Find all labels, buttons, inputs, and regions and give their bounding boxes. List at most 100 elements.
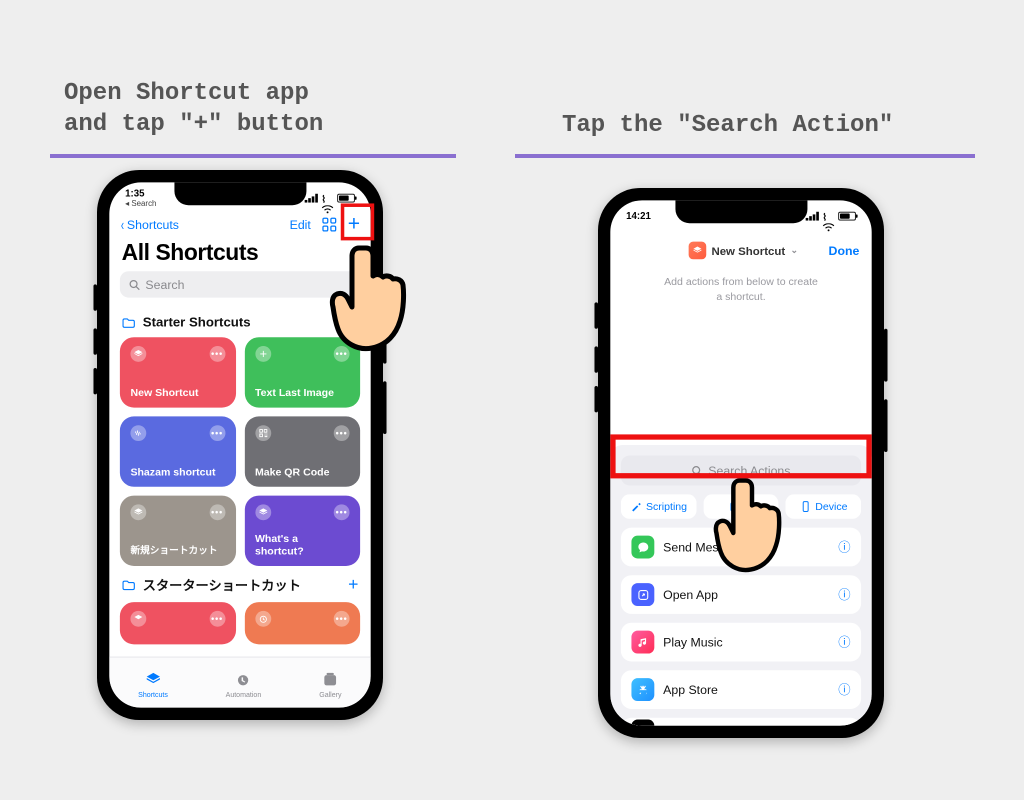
phone-icon (799, 500, 811, 512)
more-icon[interactable]: ••• (209, 425, 225, 441)
more-icon[interactable]: ••• (334, 504, 350, 520)
search-input[interactable]: Search (120, 271, 360, 297)
nav-bar: ‹ Shortcuts Edit + (109, 212, 370, 238)
chevron-down-icon: ⌄ (790, 246, 797, 256)
empty-hint: Add actions from below to create a short… (610, 271, 871, 304)
tile-label: Text Last Image (255, 386, 350, 398)
notch (675, 200, 807, 223)
back-button[interactable]: ‹ Shortcuts (120, 217, 179, 233)
tile-new-shortcut-jp[interactable]: ••• 新規ショートカット (120, 496, 236, 566)
search-placeholder: Search (145, 277, 184, 291)
folder-starter-jp[interactable]: スターターショートカット + (109, 566, 370, 602)
tile-shazam[interactable]: ••• Shazam shortcut (120, 416, 236, 486)
layers-icon (130, 611, 146, 627)
wifi-icon (822, 212, 834, 221)
hand-pointer-icon (712, 470, 792, 580)
tile-partial-2[interactable]: ••• (244, 602, 360, 644)
action-label: App Store (663, 683, 718, 697)
shortcut-grid: ••• New Shortcut ••• Text Last Image •••… (109, 337, 370, 566)
shortcut-app-icon (689, 242, 707, 260)
chip-device[interactable]: Device (786, 494, 861, 519)
tile-label: Make QR Code (255, 466, 350, 478)
action-open-app[interactable]: Open App ⓘ (621, 575, 861, 614)
done-button[interactable]: Done (829, 243, 860, 257)
highlight-add-button (341, 203, 374, 240)
waveform-icon (130, 425, 146, 441)
cell-signal-icon (305, 194, 318, 203)
more-icon[interactable]: ••• (209, 504, 225, 520)
action-label: BeReal. (663, 724, 707, 726)
chevron-left-icon: ‹ (121, 217, 124, 233)
info-icon[interactable]: ⓘ (838, 538, 850, 556)
more-icon[interactable]: ••• (334, 425, 350, 441)
divider-right (515, 154, 975, 158)
tab-gallery-label: Gallery (319, 691, 341, 699)
action-play-music[interactable]: Play Music ⓘ (621, 623, 861, 662)
caption-right: Tap the "Search Action" (562, 110, 893, 141)
tile-whats-a-shortcut[interactable]: ••• What's a shortcut? (244, 496, 360, 566)
bereal-icon: BeReal (631, 720, 654, 726)
status-back-breadcrumb[interactable]: ◂ Search (125, 199, 156, 209)
search-icon (129, 279, 140, 290)
folder-starter-jp-label: スターターショートカット (143, 576, 301, 594)
action-label: Play Music (663, 635, 723, 649)
chip-scripting[interactable]: Scripting (621, 494, 696, 519)
open-app-icon (631, 583, 654, 606)
timer-icon (255, 611, 271, 627)
automation-tab-icon (232, 670, 255, 689)
tab-bar: Shortcuts Automation Gallery (109, 657, 370, 708)
more-icon[interactable]: ••• (209, 611, 225, 627)
tile-label: 新規ショートカット (130, 543, 225, 557)
shortcut-grid-2: ••• ••• (109, 602, 370, 644)
tile-label: Shazam shortcut (130, 466, 225, 478)
folder-add-button[interactable]: + (348, 575, 358, 595)
notch (174, 182, 306, 205)
title-label: New Shortcut (711, 244, 785, 257)
tab-shortcuts[interactable]: Shortcuts (138, 670, 168, 699)
layers-icon (130, 346, 146, 362)
tab-gallery[interactable]: Gallery (319, 670, 342, 699)
info-icon[interactable]: ⓘ (838, 633, 850, 651)
divider-left (50, 154, 456, 158)
caption-left-line2: and tap "+" button (64, 111, 323, 138)
folder-starter-label: Starter Shortcuts (143, 315, 251, 330)
tab-automation-label: Automation (226, 691, 262, 699)
caption-left-line1: Open Shortcut app (64, 80, 309, 107)
tab-automation[interactable]: Automation (226, 670, 262, 699)
collection-icon[interactable] (321, 217, 337, 233)
chip-label: Scripting (646, 500, 687, 512)
wifi-icon (321, 194, 333, 203)
back-label: Shortcuts (127, 218, 179, 232)
info-icon[interactable]: ⓘ (838, 586, 850, 604)
tile-new-shortcut[interactable]: ••• New Shortcut (120, 337, 236, 407)
tab-shortcuts-label: Shortcuts (138, 691, 168, 699)
tile-partial-1[interactable]: ••• (120, 602, 236, 644)
hint-line1: Add actions from below to create (664, 275, 818, 287)
nav-bar: New Shortcut ⌄ Done (610, 230, 871, 270)
info-icon[interactable]: ⓘ (838, 681, 850, 699)
plus-icon (255, 346, 271, 362)
wand-icon (630, 500, 642, 512)
status-time: 14:21 (626, 211, 651, 222)
more-icon[interactable]: ••• (334, 611, 350, 627)
folder-icon (122, 316, 136, 330)
title-dropdown[interactable]: New Shortcut ⌄ (689, 242, 798, 260)
edit-button[interactable]: Edit (290, 218, 311, 232)
action-app-store[interactable]: App Store ⓘ (621, 670, 861, 709)
qr-icon (255, 425, 271, 441)
layers-icon (130, 504, 146, 520)
more-icon[interactable]: ••• (209, 346, 225, 362)
caption-left: Open Shortcut app and tap "+" button (64, 78, 323, 140)
status-time: 1:35 (125, 188, 156, 199)
shortcuts-tab-icon (142, 670, 165, 689)
hint-line2: a shortcut. (716, 290, 765, 302)
battery-icon (337, 194, 355, 203)
folder-icon (122, 578, 136, 592)
tile-label: What's a shortcut? (255, 533, 350, 558)
message-icon (631, 536, 654, 559)
chip-label: Device (815, 500, 847, 512)
layers-icon (255, 504, 271, 520)
action-bereal[interactable]: BeReal BeReal. (621, 718, 861, 726)
tile-qr[interactable]: ••• Make QR Code (244, 416, 360, 486)
gallery-tab-icon (319, 670, 342, 689)
